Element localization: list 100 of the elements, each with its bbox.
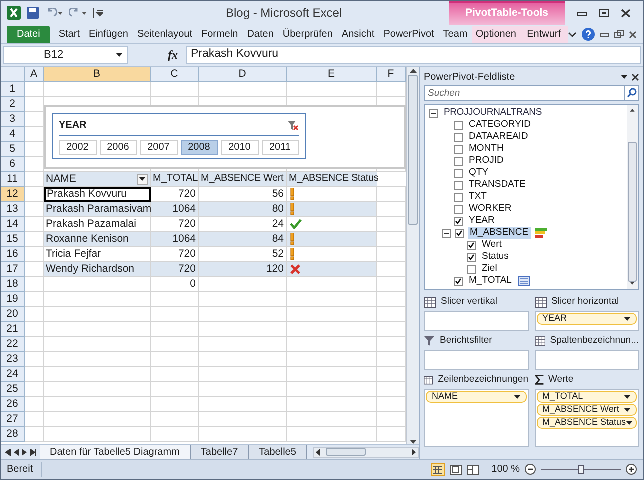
zoom-percentage[interactable]: 100 % bbox=[492, 462, 520, 477]
scroll-right-icon[interactable] bbox=[412, 448, 416, 456]
previous-sheet-icon[interactable] bbox=[14, 448, 19, 456]
field-name[interactable]: Status bbox=[480, 251, 511, 263]
last-sheet-icon[interactable] bbox=[30, 448, 36, 456]
slicer-item[interactable]: 2006 bbox=[100, 140, 137, 155]
field-chip[interactable]: M_ABSENCE Wert bbox=[536, 404, 637, 416]
zoom-thumb[interactable] bbox=[578, 465, 584, 474]
scroll-thumb[interactable] bbox=[408, 75, 418, 225]
name-box[interactable]: B12 bbox=[3, 46, 128, 64]
row-header[interactable]: 17 bbox=[1, 262, 25, 277]
search-field[interactable]: Suchen bbox=[424, 85, 625, 101]
row-header[interactable]: 27 bbox=[1, 412, 25, 427]
save-icon[interactable] bbox=[27, 7, 39, 19]
slicer-item[interactable]: 2010 bbox=[221, 140, 258, 155]
checkbox[interactable] bbox=[454, 144, 463, 154]
zoom-slider[interactable] bbox=[541, 465, 621, 474]
table-cell[interactable]: Roxanne Kenison bbox=[44, 232, 151, 247]
row-header[interactable]: 13 bbox=[1, 202, 25, 217]
restore-icon[interactable] bbox=[599, 9, 609, 17]
table-name[interactable]: PROJJOURNALTRANS bbox=[442, 107, 544, 119]
checkbox[interactable] bbox=[467, 240, 476, 250]
table-cell[interactable]: Prakash Paramasivam bbox=[44, 202, 151, 217]
column-header[interactable]: E bbox=[287, 67, 377, 82]
table-cell[interactable]: Tricia Fejfar bbox=[44, 247, 151, 262]
checkbox[interactable] bbox=[467, 264, 476, 274]
filter-dropdown[interactable] bbox=[137, 174, 148, 184]
sheet-tab[interactable]: Tabelle5 bbox=[249, 445, 308, 459]
checkbox[interactable] bbox=[454, 156, 463, 166]
spreadsheet-app-icon[interactable] bbox=[7, 6, 21, 20]
page-break-icon[interactable] bbox=[466, 464, 479, 474]
row-header[interactable]: 3 bbox=[1, 112, 25, 127]
column-header[interactable]: C bbox=[151, 67, 199, 82]
checkbox[interactable] bbox=[454, 168, 463, 178]
row-header[interactable]: 16 bbox=[1, 247, 25, 262]
search-button[interactable] bbox=[625, 85, 639, 101]
row-header[interactable]: 26 bbox=[1, 397, 25, 412]
ribbon-tab[interactable]: Team bbox=[438, 26, 472, 43]
ribbon-tab[interactable]: Ansicht bbox=[337, 26, 380, 43]
ribbon-tab[interactable]: Entwurf bbox=[520, 26, 568, 43]
field-name[interactable]: M_TOTAL bbox=[467, 275, 514, 287]
row-header[interactable]: 2 bbox=[1, 97, 25, 112]
row-header[interactable]: 18 bbox=[1, 277, 25, 292]
scroll-thumb[interactable] bbox=[326, 448, 366, 456]
function-button[interactable]: fx bbox=[132, 46, 182, 64]
slicer-item[interactable]: 2002 bbox=[59, 140, 96, 155]
column-header[interactable]: F bbox=[377, 67, 406, 82]
customize-toolbar-icon[interactable] bbox=[93, 8, 103, 18]
collapse-toggle[interactable] bbox=[429, 108, 438, 118]
field-chip[interactable]: M_ABSENCE Status bbox=[536, 417, 637, 429]
ribbon-tab[interactable]: Einfügen bbox=[84, 26, 133, 43]
row-header[interactable]: 4 bbox=[1, 127, 25, 142]
field-name[interactable]: MONTH bbox=[467, 143, 506, 155]
column-header[interactable]: B bbox=[44, 67, 151, 82]
checkbox[interactable] bbox=[454, 120, 463, 130]
vertical-scrollbar[interactable] bbox=[406, 67, 419, 444]
field-name[interactable]: DATAAREAID bbox=[467, 131, 530, 143]
slicer-item[interactable]: 2011 bbox=[262, 140, 299, 155]
field-chip[interactable]: NAME bbox=[426, 391, 526, 403]
formula-field[interactable]: Prakash Kovvuru bbox=[186, 46, 641, 64]
row-header[interactable]: 14 bbox=[1, 217, 25, 232]
checkbox[interactable] bbox=[454, 180, 463, 190]
row-header[interactable]: 21 bbox=[1, 322, 25, 337]
field-name[interactable]: CATEGORYID bbox=[467, 119, 533, 131]
slicer-item[interactable]: 2008 bbox=[180, 140, 218, 155]
ribbon-tab[interactable]: Optionen bbox=[472, 26, 520, 43]
table-cell[interactable]: Wendy Richardson bbox=[44, 262, 151, 277]
next-sheet-icon[interactable] bbox=[22, 448, 27, 456]
field-name[interactable]: PROJID bbox=[467, 155, 506, 167]
checkbox[interactable] bbox=[454, 216, 463, 226]
collapse-ribbon-icon[interactable] bbox=[568, 32, 577, 38]
collapse-toggle[interactable] bbox=[442, 228, 451, 238]
zoom-in-icon[interactable] bbox=[626, 464, 637, 475]
checkbox[interactable] bbox=[467, 252, 476, 262]
row-header[interactable]: 12 bbox=[1, 187, 25, 202]
close-icon[interactable] bbox=[629, 30, 637, 38]
field-name[interactable]: Wert bbox=[480, 239, 504, 251]
redo-icon[interactable] bbox=[69, 8, 87, 18]
table-cell[interactable]: Prakash Pazamalai bbox=[44, 217, 151, 232]
checkbox[interactable] bbox=[454, 132, 463, 142]
row-header[interactable]: 15 bbox=[1, 232, 25, 247]
ribbon-tab[interactable]: Überprüfen bbox=[278, 26, 338, 43]
scroll-left-icon[interactable] bbox=[316, 448, 320, 456]
ribbon-tab[interactable]: PowerPivot bbox=[379, 26, 439, 43]
row-header[interactable]: 5 bbox=[1, 142, 25, 157]
field-name[interactable]: TXT bbox=[467, 191, 489, 203]
column-header[interactable]: A bbox=[25, 67, 44, 82]
scroll-up-icon[interactable] bbox=[630, 109, 635, 112]
row-header[interactable]: 11 bbox=[1, 172, 25, 187]
ribbon-tab[interactable]: Seitenlayout bbox=[132, 26, 198, 43]
ribbon-tab[interactable]: Formeln bbox=[197, 26, 243, 43]
vertical-scrollbar[interactable] bbox=[627, 105, 638, 289]
row-header[interactable]: 23 bbox=[1, 352, 25, 367]
row-header[interactable]: 1 bbox=[1, 82, 25, 97]
help-icon[interactable] bbox=[582, 28, 595, 41]
slicer-item[interactable]: 2007 bbox=[140, 140, 178, 155]
field-chip[interactable]: YEAR bbox=[536, 313, 637, 325]
field-name[interactable]: YEAR bbox=[467, 215, 497, 227]
close-icon[interactable] bbox=[632, 74, 639, 80]
close-icon[interactable] bbox=[621, 8, 631, 18]
